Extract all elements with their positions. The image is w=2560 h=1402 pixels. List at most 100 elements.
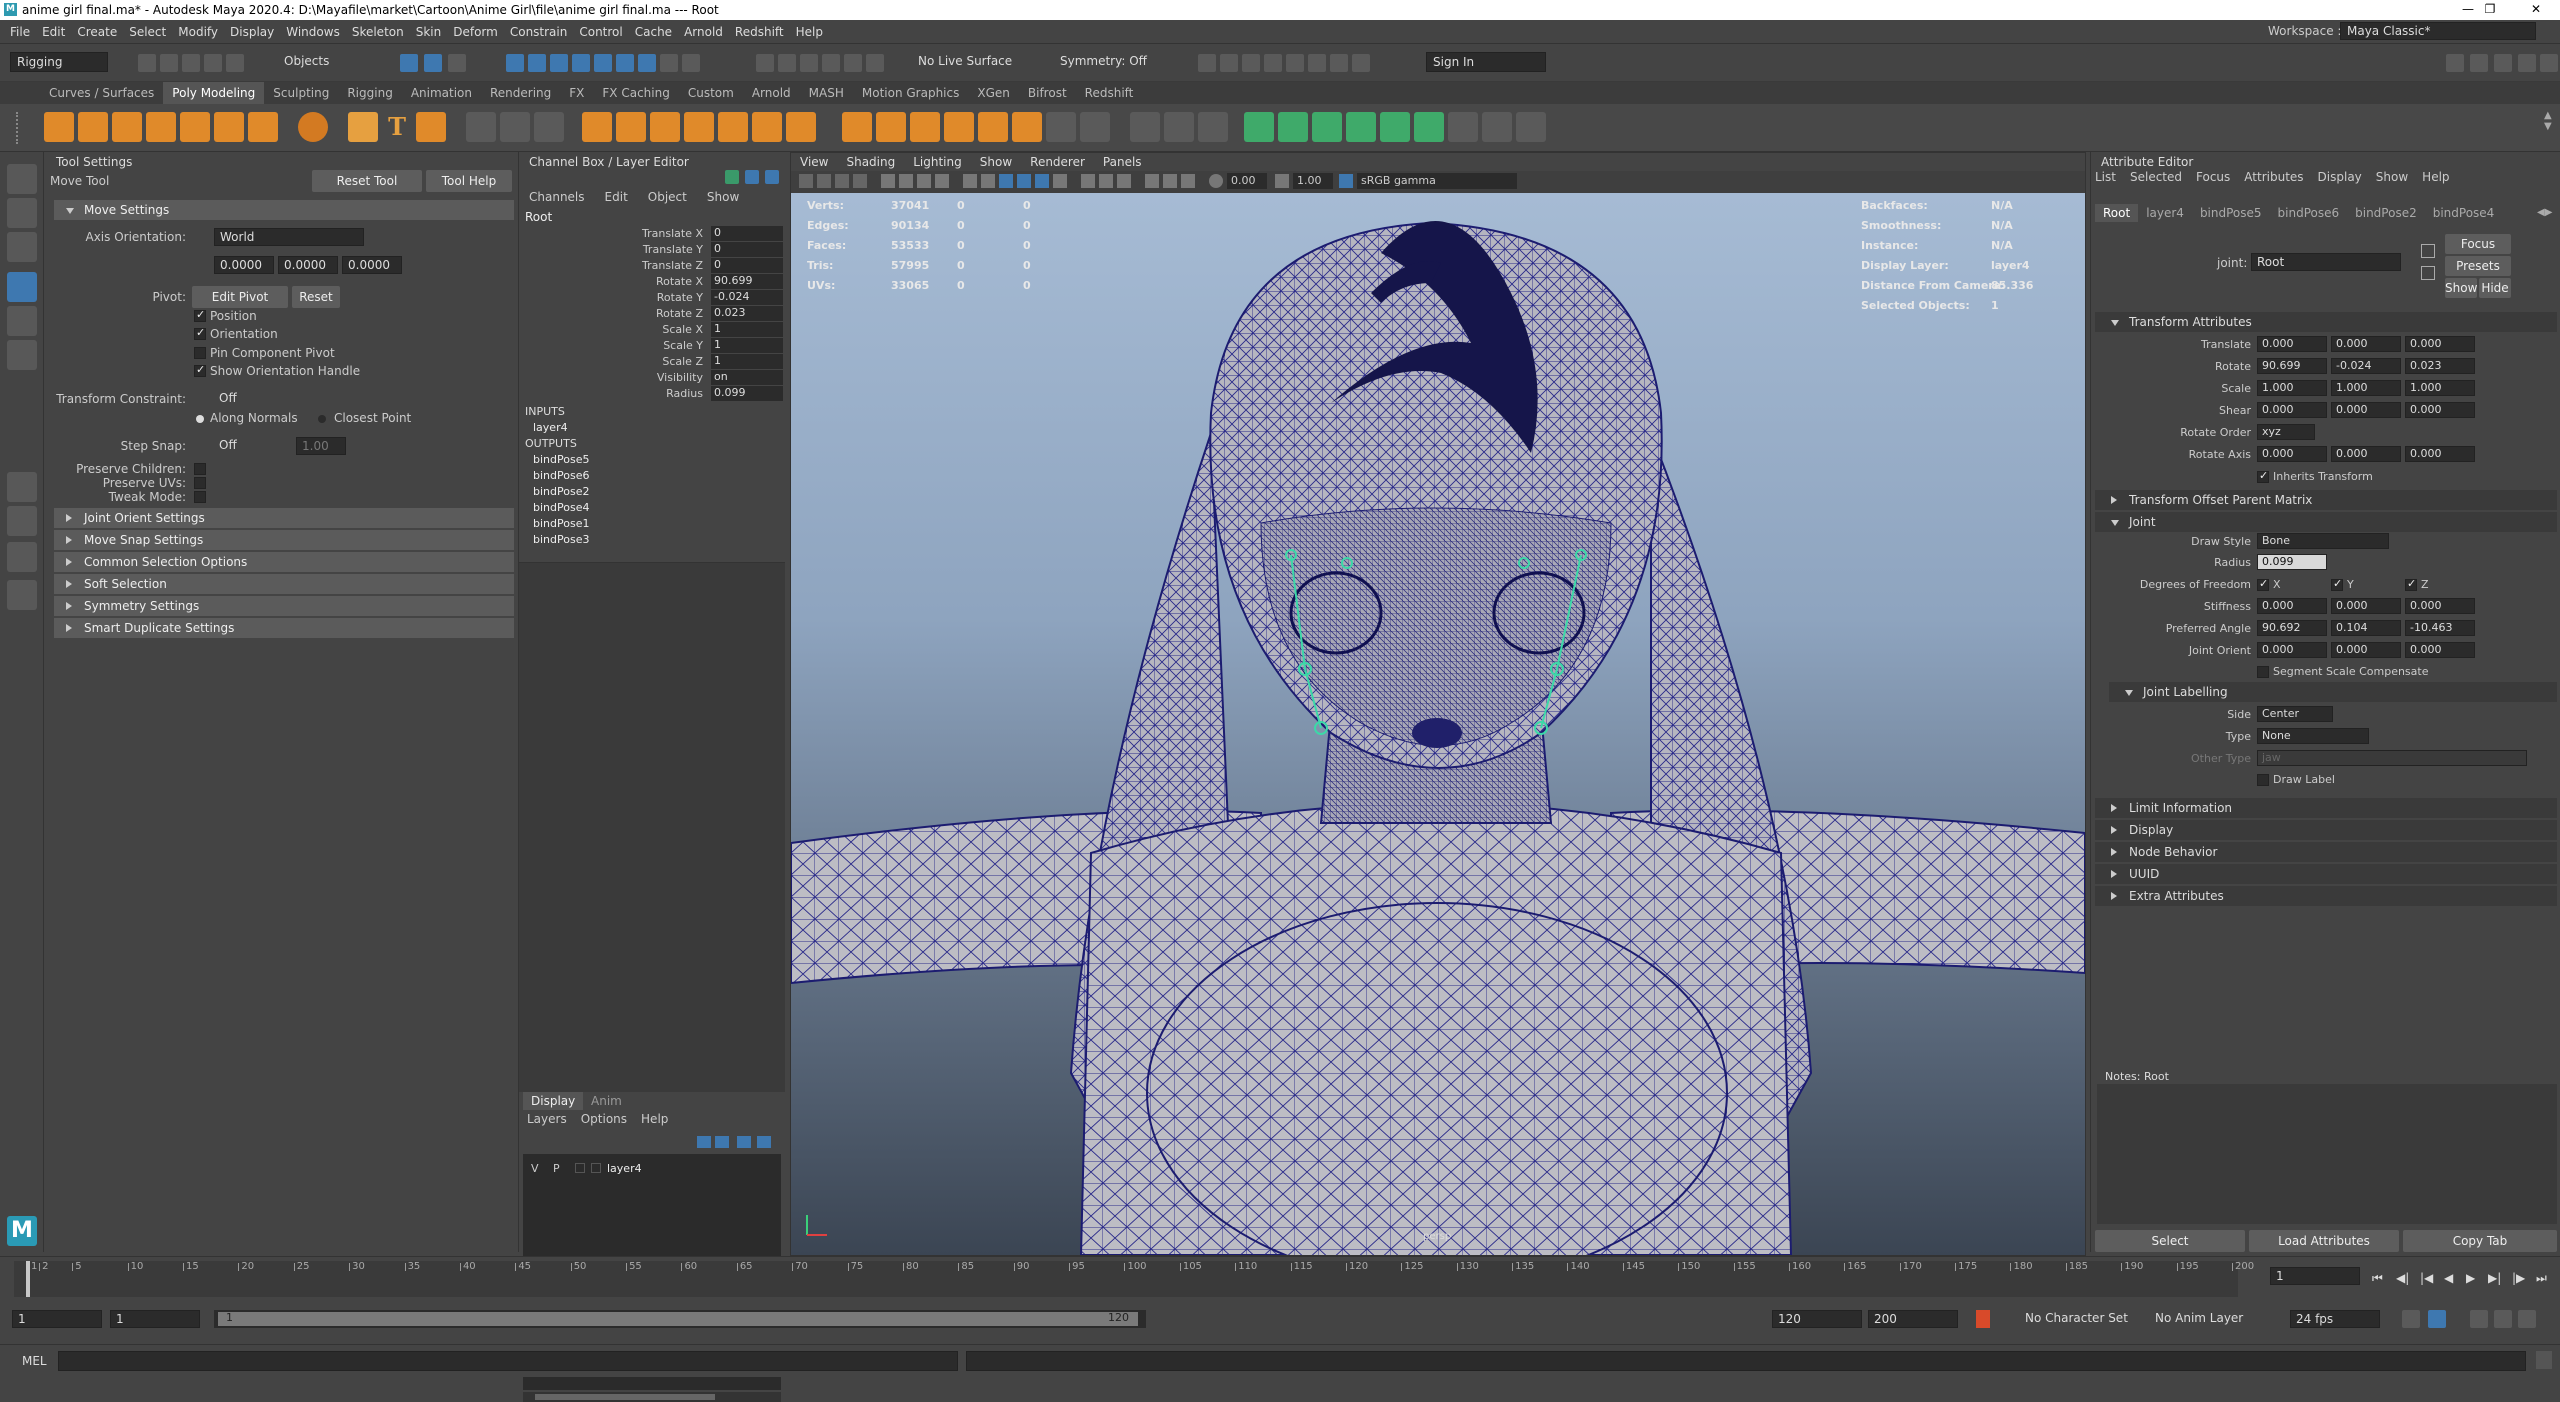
uv-editor-icon[interactable] [1414,112,1444,142]
exposure-field[interactable]: 0.00 [1227,173,1267,189]
bridge-icon[interactable] [876,112,906,142]
viewport-menu-panels[interactable]: Panels [1094,153,1151,171]
exposure-icon[interactable] [1209,174,1223,188]
select-by-surface-icon[interactable] [572,54,590,72]
transform-constraint-dropdown[interactable]: Off [214,390,310,408]
xray-icon[interactable] [1163,174,1177,188]
layer-scrollbar[interactable] [523,1392,781,1402]
ae-menu-focus[interactable]: Focus [2196,170,2230,184]
joint-labelling-header[interactable]: Joint Labelling [2109,682,2557,702]
save-scene-icon[interactable] [182,54,200,72]
new-layer-selected-icon[interactable] [757,1136,771,1148]
attr-field[interactable]: 0.000 [2331,402,2401,418]
menu-cache[interactable]: Cache [629,20,678,44]
ae-menu-list[interactable]: List [2095,170,2116,184]
bevel-icon[interactable] [910,112,940,142]
menu-redshift[interactable]: Redshift [729,20,790,44]
single-view-layout-icon[interactable] [7,472,37,502]
tool-help-button[interactable]: Tool Help [426,170,512,192]
hide-button[interactable]: Hide [2479,278,2511,298]
script-editor-icon[interactable] [2536,1351,2552,1369]
section-smart-duplicate-settings[interactable]: Smart Duplicate Settings [54,618,514,638]
channel-row[interactable]: Radius 0.099 [519,386,785,402]
play-backwards-icon[interactable]: ◀ [2444,1271,2453,1285]
go-to-end-icon[interactable]: ⏭ [2536,1271,2547,1286]
output-node[interactable]: bindPose5 [533,453,589,466]
select-hierarchy-icon[interactable] [400,54,418,72]
layer-playback-toggle[interactable]: P [553,1162,560,1175]
wireframe-icon[interactable] [963,174,977,188]
channel-value[interactable]: 0 [711,226,783,241]
resolution-gate-icon[interactable] [917,174,931,188]
cylindrical-uv-icon[interactable] [1278,112,1308,142]
select-by-deformer-icon[interactable] [594,54,612,72]
inherits-transform-checkbox[interactable] [2257,469,2269,483]
select-component-icon[interactable] [448,54,466,72]
channel-box-icon-1[interactable] [725,170,739,184]
layer-visibility-toggle[interactable]: V [531,1162,539,1175]
poly-torus-icon[interactable] [180,112,210,142]
notes-textarea[interactable] [2097,1084,2557,1224]
shelf-tab-sculpting[interactable]: Sculpting [264,82,338,104]
attr-field[interactable]: 1.000 [2405,380,2475,396]
redo-icon[interactable] [226,54,244,72]
snap-to-grid-icon[interactable] [756,54,774,72]
poly-cone-icon[interactable] [146,112,176,142]
ae-menu-help[interactable]: Help [2422,170,2449,184]
ae-section-extra-attributes[interactable]: Extra Attributes [2095,886,2557,906]
shelf-tab-animation[interactable]: Animation [402,82,481,104]
step-snap-value-field[interactable]: 1.00 [296,437,346,455]
poly-type-icon[interactable]: T [382,112,412,142]
image-plane-icon[interactable] [853,174,867,188]
ae-tab-layer4[interactable]: layer4 [2138,204,2192,222]
show-orientation-handle-checkbox[interactable] [194,363,206,377]
channel-row[interactable]: Translate Z 0 [519,258,785,274]
attr-field[interactable]: 0.000 [2331,598,2401,614]
range-bar[interactable]: 1 120 [214,1310,1146,1328]
shelf-tab-bifrost[interactable]: Bifrost [1019,82,1076,104]
highlight-selection-icon[interactable] [682,54,700,72]
boolean-difference-icon[interactable] [616,112,646,142]
play-forwards-icon[interactable]: ▶ [2466,1271,2475,1285]
channel-row[interactable]: Scale Y 1 [519,338,785,354]
step-forward-frame-icon[interactable]: ▶| [2488,1271,2501,1285]
show-button[interactable]: Show [2445,278,2477,298]
layer-color-swatch[interactable] [591,1163,601,1173]
lock-selection-icon[interactable] [660,54,678,72]
menu-skeleton[interactable]: Skeleton [346,20,410,44]
gamma-icon[interactable] [1275,174,1289,188]
shelf-tab-rendering[interactable]: Rendering [481,82,560,104]
segment-scale-checkbox[interactable] [2257,666,2269,678]
attr-field[interactable]: 0.104 [2331,620,2401,636]
axis-orientation-dropdown[interactable]: World [214,228,364,246]
select-camera-icon[interactable] [799,174,813,188]
rotate-order-dropdown[interactable]: xyz [2257,424,2315,440]
select-object-icon[interactable] [424,54,442,72]
attr-field[interactable]: 0.000 [2405,446,2475,462]
output-node[interactable]: bindPose1 [533,517,589,530]
attr-field[interactable]: 0.000 [2331,336,2401,352]
attr-field[interactable]: 0.000 [2257,642,2327,658]
camera-based-uv-icon[interactable] [1380,112,1410,142]
menu-deform[interactable]: Deform [447,20,504,44]
playback-start-field[interactable]: 1 [110,1310,200,1328]
menu-help[interactable]: Help [790,20,829,44]
focus-output-icon[interactable] [2421,266,2435,280]
attr-field[interactable]: 90.692 [2257,620,2327,636]
isolate-select-icon[interactable] [1145,174,1159,188]
smooth-shade-icon[interactable] [981,174,995,188]
time-slider[interactable]: 1 2 5 10 15 20 25 30 35 40 45 50 55 60 65 70 75 80 85 90 95 1… [0,1256,2560,1300]
viewport-menu-show[interactable]: Show [971,153,1021,171]
poly-cylinder-icon[interactable] [112,112,142,142]
axis-z-field[interactable]: 0.0000 [342,256,402,274]
joint-name-field[interactable]: Root [2251,253,2401,271]
playback-options-icon[interactable] [2518,1310,2536,1328]
super-shape-icon[interactable] [298,112,328,142]
attr-field[interactable]: 0.000 [2405,598,2475,614]
film-gate-icon[interactable] [899,174,913,188]
animation-preferences-icon[interactable] [2494,1310,2512,1328]
menu-select[interactable]: Select [123,20,172,44]
pause-viewport-icon[interactable] [1352,54,1370,72]
workspace-dropdown[interactable]: Maya Classic* [2340,22,2536,40]
attr-field[interactable]: 0.000 [2331,446,2401,462]
